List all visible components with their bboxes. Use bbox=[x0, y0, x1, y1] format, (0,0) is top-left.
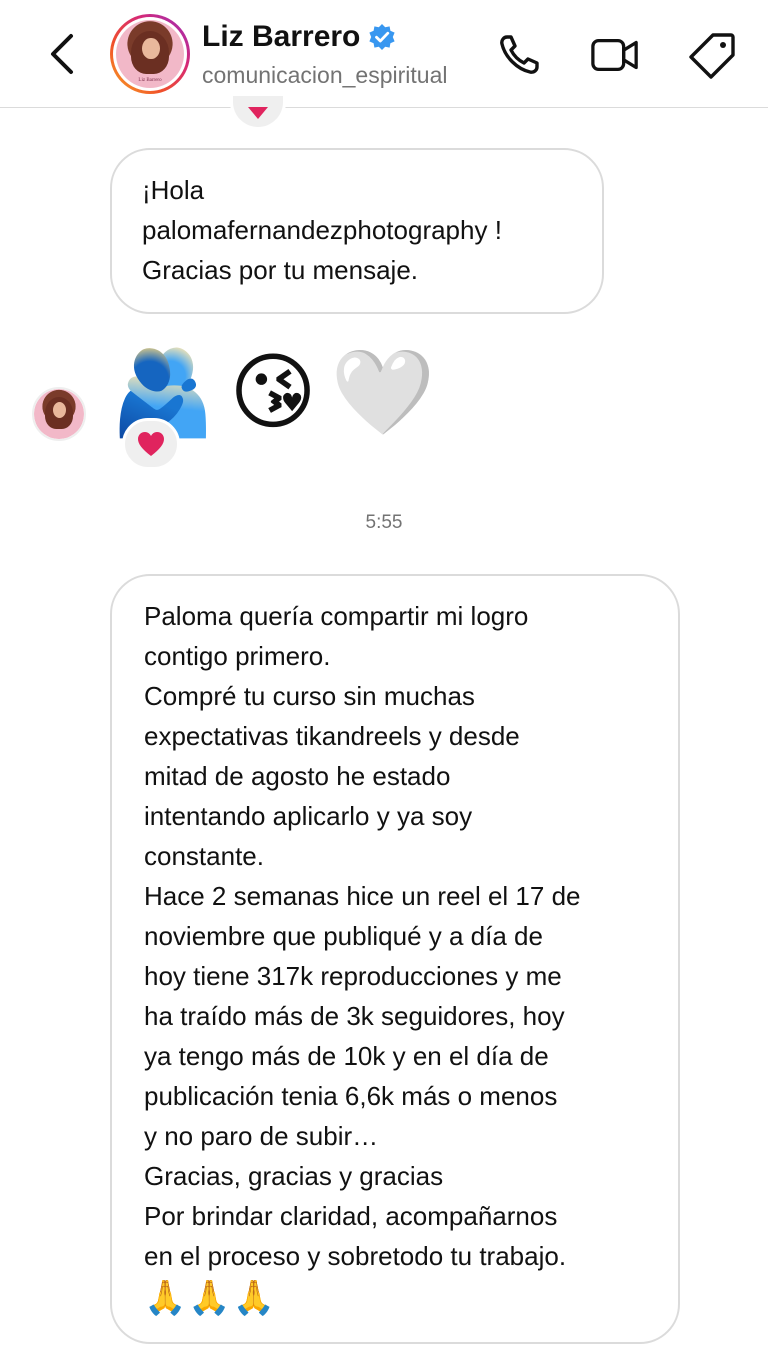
heart-icon bbox=[248, 107, 268, 119]
message-line: contigo primero. bbox=[144, 641, 331, 671]
contact-name-row[interactable]: Liz Barrero bbox=[202, 20, 396, 54]
message-line: Hace 2 semanas hice un reel el 17 de bbox=[144, 881, 581, 911]
kissing-face-emoji: 😘 bbox=[229, 345, 317, 439]
message-line: Gracias, gracias y gracias bbox=[144, 1161, 444, 1191]
sender-avatar[interactable] bbox=[32, 387, 86, 441]
message-line: constante. bbox=[144, 841, 264, 871]
message-line: palomafernandezphotography ! bbox=[142, 215, 502, 245]
back-button[interactable] bbox=[40, 30, 84, 78]
message-line: Por brindar claridad, acompañarnos bbox=[144, 1201, 558, 1231]
message-line: ¡Hola bbox=[142, 175, 205, 205]
message-line: noviembre que publiqué y a día de bbox=[144, 921, 543, 951]
avatar-caption: Liz Barrero bbox=[138, 77, 162, 83]
chat-header: Liz Barrero Liz Barrero comunicacion_esp… bbox=[0, 0, 768, 108]
message-line: intentando aplicarlo y ya soy bbox=[144, 801, 473, 831]
video-camera-icon bbox=[591, 38, 638, 72]
message-line: expectativas tikandreels y desde bbox=[144, 721, 520, 751]
message-reaction[interactable] bbox=[230, 96, 286, 130]
chevron-left-icon bbox=[51, 34, 73, 74]
message-line: publicación tenia 6,6k más o menos bbox=[144, 1081, 558, 1111]
profile-avatar[interactable]: Liz Barrero bbox=[110, 14, 190, 94]
message-line: Paloma quería compartir mi logro bbox=[144, 601, 529, 631]
message-line: en el proceso y sobretodo tu trabajo. bbox=[144, 1241, 567, 1271]
timestamp: 5:55 bbox=[365, 512, 403, 533]
message-line: Gracias por tu mensaje. bbox=[142, 255, 419, 285]
message-line: y no paro de subir… bbox=[144, 1121, 379, 1151]
verified-badge-icon bbox=[369, 24, 395, 50]
message-line: hoy tiene 317k reproducciones y me bbox=[144, 961, 562, 991]
phone-icon bbox=[500, 35, 539, 74]
message-line: ha traído más de 3k seguidores, hoy bbox=[144, 1001, 565, 1031]
contact-username[interactable]: comunicacion_espiritual bbox=[202, 62, 447, 89]
message-line: Compré tu curso sin muchas bbox=[144, 681, 475, 711]
message-line: mitad de agosto he estado bbox=[144, 761, 451, 791]
message-bubble[interactable]: ¡Hola palomafernandezphotography ! Graci… bbox=[110, 148, 604, 314]
praying-hands-emoji: 🙏🙏🙏 bbox=[144, 1279, 278, 1317]
message-reaction[interactable] bbox=[122, 418, 180, 470]
message-bubble[interactable]: Paloma quería compartir mi logro contigo… bbox=[110, 574, 680, 1344]
contact-name: Liz Barrero bbox=[202, 20, 361, 53]
voice-call-button[interactable] bbox=[494, 30, 544, 80]
heart-icon bbox=[138, 432, 164, 456]
white-heart-emoji: 🤍 bbox=[330, 345, 436, 439]
message-line: ya tengo más de 10k y en el día de bbox=[144, 1041, 549, 1071]
tag-button[interactable] bbox=[688, 30, 738, 80]
video-call-button[interactable] bbox=[590, 30, 640, 80]
tag-icon bbox=[689, 33, 735, 79]
